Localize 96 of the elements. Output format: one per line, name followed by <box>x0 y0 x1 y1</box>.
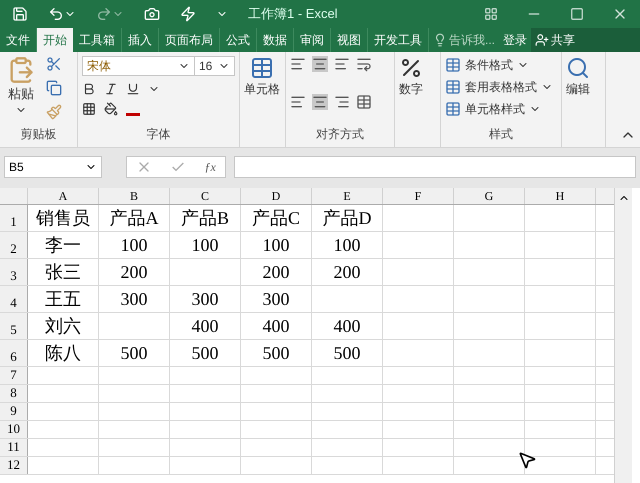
cells-button[interactable]: 单元格 <box>244 56 280 143</box>
column-header[interactable]: B <box>99 188 170 204</box>
table-cell: 产品A <box>110 209 158 227</box>
column-header[interactable]: E <box>312 188 383 204</box>
row-header[interactable]: 4 <box>0 286 28 312</box>
column-header[interactable]: G <box>454 188 525 204</box>
table-cell: 刘六 <box>45 317 81 335</box>
table-cell: 陈八 <box>45 344 81 362</box>
column-header[interactable]: C <box>170 188 241 204</box>
save-icon[interactable] <box>12 6 28 22</box>
row-header[interactable]: 3 <box>0 259 28 285</box>
search-icon <box>566 56 590 80</box>
table-cell: 200 <box>120 263 148 281</box>
row-header[interactable]: 10 <box>0 421 28 438</box>
ribbon-display-icon[interactable] <box>484 7 498 21</box>
table-cell: 500 <box>334 344 360 362</box>
table-cell: 300 <box>262 290 290 308</box>
italic-icon[interactable] <box>104 82 118 96</box>
table-cell: 500 <box>120 344 148 362</box>
row-header[interactable]: 12 <box>0 457 28 474</box>
tell-me-field[interactable]: 告诉我... <box>429 28 500 52</box>
column-header[interactable]: H <box>525 188 596 204</box>
underline-icon[interactable] <box>126 82 140 96</box>
share-button[interactable]: 共享 <box>531 28 640 52</box>
row-header[interactable]: 5 <box>0 313 28 339</box>
formula-input[interactable] <box>234 156 636 178</box>
table-cell: 100 <box>262 236 290 254</box>
row-header[interactable]: 1 <box>0 205 28 231</box>
undo-icon[interactable] <box>48 6 64 22</box>
vertical-scrollbar[interactable] <box>614 188 632 483</box>
scissors-icon[interactable] <box>46 56 62 72</box>
table-cell: 100 <box>334 236 360 254</box>
row-header[interactable]: 2 <box>0 232 28 258</box>
table-cell: 200 <box>262 263 290 281</box>
editing-button[interactable]: 编辑 <box>566 56 590 143</box>
align-right-icon[interactable] <box>334 94 350 110</box>
table-style-icon <box>445 79 461 95</box>
maximize-icon[interactable] <box>570 7 584 21</box>
row-header[interactable]: 9 <box>0 403 28 420</box>
row-header[interactable]: 7 <box>0 367 28 384</box>
wrap-text-icon[interactable] <box>356 56 372 72</box>
table-cell: 300 <box>120 290 148 308</box>
sign-in-button[interactable]: 登录 <box>499 28 532 52</box>
window-title: 工作簿1 - Excel <box>248 5 338 24</box>
number-button[interactable]: 数字 <box>399 56 423 143</box>
row-header[interactable]: 8 <box>0 385 28 402</box>
camera-icon[interactable] <box>144 6 160 22</box>
table-cell: 400 <box>334 317 360 335</box>
mouse-pointer-icon <box>517 450 537 470</box>
table-cell: 100 <box>192 236 218 254</box>
group-label: 对齐方式 <box>316 126 364 143</box>
table-cell: 100 <box>120 236 148 254</box>
table-cell: 销售员 <box>36 209 90 227</box>
group-label: 样式 <box>489 126 513 143</box>
column-header[interactable]: F <box>383 188 454 204</box>
copy-icon[interactable] <box>46 80 62 96</box>
ribbon-tab[interactable]: 开始 <box>37 28 73 52</box>
paste-button[interactable]: 粘贴 <box>4 56 38 125</box>
table-cell: 产品B <box>180 209 229 227</box>
function-icon[interactable]: ƒx <box>204 158 216 176</box>
styles-menu-button[interactable]: 单元格样式 <box>445 100 553 118</box>
table-cell: 500 <box>262 344 290 362</box>
table-cell: 产品D <box>322 209 372 227</box>
styles-menu-button[interactable]: 套用表格格式 <box>445 78 553 96</box>
column-header[interactable]: A <box>28 188 99 204</box>
name-box[interactable]: B5 <box>4 156 102 178</box>
table-icon <box>250 56 274 80</box>
row-header[interactable]: 6 <box>0 340 28 366</box>
row-header[interactable]: 11 <box>0 439 28 456</box>
redo-icon[interactable] <box>96 6 112 22</box>
table-cell: 张三 <box>45 263 81 281</box>
styles-menu-button[interactable]: 条件格式 <box>445 56 553 74</box>
table-cell: 400 <box>192 317 218 335</box>
table-cell: 500 <box>192 344 218 362</box>
table-cell: 300 <box>192 290 218 308</box>
table-style-icon <box>445 57 461 73</box>
lightning-icon[interactable] <box>180 6 196 22</box>
align-left-icon[interactable] <box>290 94 306 110</box>
column-header[interactable]: D <box>241 188 312 204</box>
group-label: 字体 <box>146 126 170 143</box>
table-style-icon <box>445 101 461 117</box>
lightbulb-icon[interactable] <box>433 33 447 47</box>
table-cell: 400 <box>262 317 290 335</box>
person-plus-icon[interactable] <box>535 33 550 47</box>
font-size-field[interactable]: 16 <box>195 56 235 76</box>
font-name-field[interactable]: 宋体 <box>82 56 195 76</box>
table-cell: 王五 <box>45 290 81 308</box>
percent-icon <box>399 56 423 80</box>
bold-icon[interactable] <box>82 82 96 96</box>
table-cell: 200 <box>334 263 360 281</box>
fill-color-icon[interactable] <box>104 102 118 116</box>
borders-icon[interactable] <box>82 102 96 116</box>
table-cell: 产品C <box>252 209 300 227</box>
align-center-icon[interactable] <box>312 94 328 110</box>
table-cell: 李一 <box>45 236 81 254</box>
group-label: 剪贴板 <box>20 126 56 143</box>
